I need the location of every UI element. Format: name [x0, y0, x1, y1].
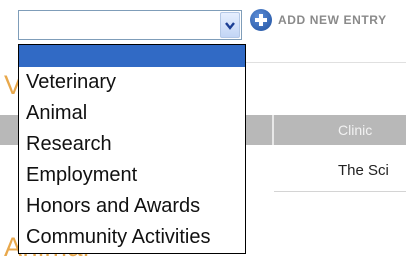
column-divider [272, 115, 274, 145]
dropdown-option-research[interactable]: Research [26, 131, 112, 157]
add-new-entry-button[interactable]: ADD NEW ENTRY [250, 8, 387, 32]
add-new-entry-label: ADD NEW ENTRY [278, 13, 387, 27]
plus-circle-icon [250, 9, 272, 31]
dropdown-arrow-button[interactable] [220, 12, 240, 38]
category-select[interactable] [18, 10, 242, 40]
dropdown-option-employment[interactable]: Employment [26, 162, 137, 188]
select-dropdown-list: Veterinary Animal Research Employment Ho… [18, 44, 246, 254]
chevron-down-icon [225, 22, 235, 30]
column-header-clinic: Clinic [338, 122, 373, 138]
row-divider [274, 191, 406, 192]
divider [246, 62, 406, 63]
dropdown-option-honors-and-awards[interactable]: Honors and Awards [26, 193, 200, 219]
dropdown-option-veterinary[interactable]: Veterinary [26, 69, 116, 95]
dropdown-option-empty[interactable] [19, 45, 245, 67]
table-cell: The Sci [338, 162, 389, 179]
dropdown-option-community-activities[interactable]: Community Activities [26, 224, 211, 250]
dropdown-option-animal[interactable]: Animal [26, 100, 87, 126]
